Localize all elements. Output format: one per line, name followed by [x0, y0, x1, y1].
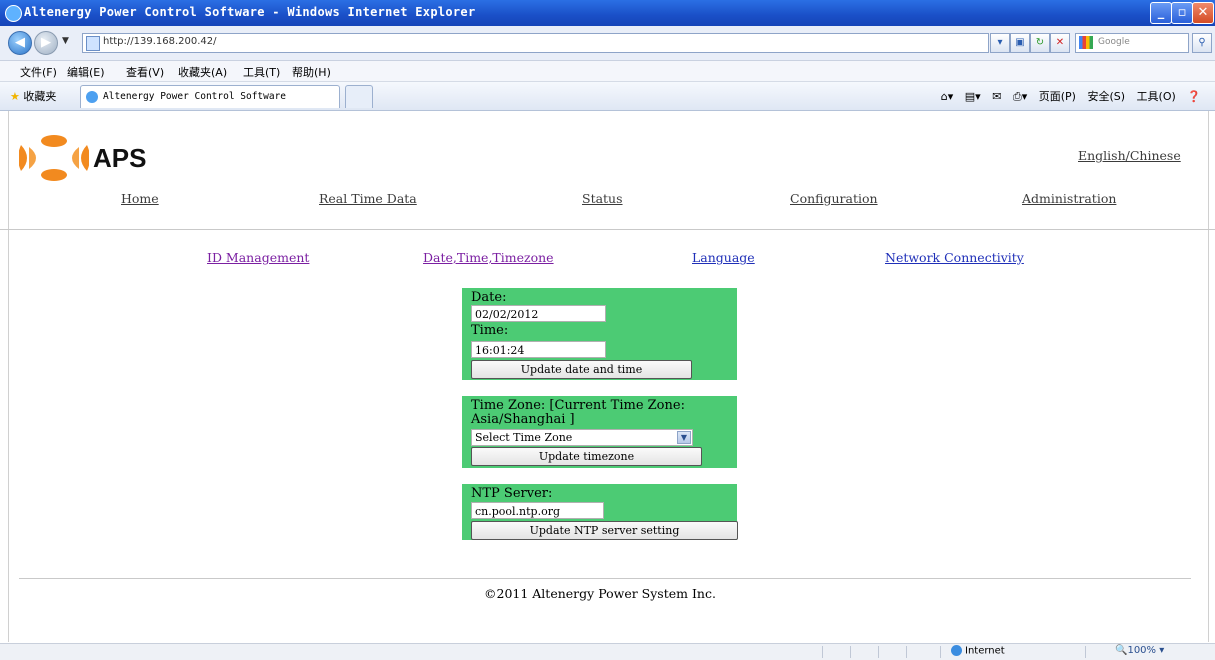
time-input[interactable]: 16:01:24 — [471, 341, 606, 358]
nav-home[interactable]: Home — [121, 191, 159, 206]
ie-tab-icon — [86, 91, 98, 103]
aps-logo-text: APS — [93, 143, 147, 173]
minimize-button[interactable]: _ — [1150, 2, 1172, 24]
aps-logo: APS — [18, 133, 169, 183]
nav-status[interactable]: Status — [582, 191, 623, 206]
menu-edit[interactable]: 编辑(E) — [67, 64, 105, 80]
search-button[interactable]: ⚲ — [1192, 33, 1212, 53]
menu-bar: 文件(F) 编辑(E) 查看(V) 收藏夹(A) 工具(T) 帮助(H) — [0, 61, 1215, 82]
help-icon[interactable]: ❓ — [1187, 90, 1201, 103]
url-text: http://139.168.200.42/ — [103, 36, 217, 47]
window-titlebar: Altenergy Power Control Software - Windo… — [0, 0, 1215, 26]
update-timezone-button[interactable]: Update timezone — [471, 447, 702, 466]
url-dropdown-button[interactable]: ▾ — [990, 33, 1010, 53]
zoom-value: 100% — [1127, 645, 1157, 656]
footer-copyright: ©2011 Altenergy Power System Inc. — [484, 586, 716, 601]
star-icon: ★ — [10, 90, 20, 103]
nav-administration[interactable]: Administration — [1022, 191, 1116, 206]
globe-icon — [951, 645, 962, 656]
refresh-button[interactable]: ↻ — [1030, 33, 1050, 53]
address-bar: ◀ ▶ ▼ http://139.168.200.42/ ▾ ▣ ↻ ✕ Goo… — [0, 26, 1215, 61]
subnav-network-connectivity[interactable]: Network Connectivity — [885, 250, 1024, 265]
status-divider — [822, 646, 823, 658]
language-toggle-link[interactable]: English/Chinese — [1078, 148, 1181, 163]
zoom-level[interactable]: 🔍100% ▾ — [1115, 645, 1164, 656]
page-content: APS English/Chinese Home Real Time Data … — [0, 111, 1215, 642]
status-divider — [906, 646, 907, 658]
update-ntp-server-button[interactable]: Update NTP server setting — [471, 521, 738, 540]
menu-help[interactable]: 帮助(H) — [292, 64, 331, 80]
status-divider — [940, 646, 941, 658]
aps-logo-icon — [18, 135, 90, 181]
nav-configuration[interactable]: Configuration — [790, 191, 878, 206]
google-icon — [1079, 36, 1093, 49]
close-button[interactable]: ✕ — [1192, 2, 1214, 24]
ntp-server-input[interactable]: cn.pool.ntp.org — [471, 502, 604, 519]
timezone-panel: Time Zone: [Current Time Zone: Asia/Shan… — [462, 396, 737, 468]
compatibility-icon[interactable]: ▣ — [1010, 33, 1030, 53]
subnav-id-management[interactable]: ID Management — [207, 250, 309, 265]
security-zone[interactable]: Internet — [951, 645, 1005, 657]
ie-icon — [5, 5, 22, 22]
menu-view[interactable]: 查看(V) — [126, 64, 164, 80]
command-bar: ⌂▾ ▤▾ ✉ ⎙▾ 页面(P) 安全(S) 工具(O) ❓ — [933, 88, 1201, 104]
subnav-language[interactable]: Language — [692, 250, 755, 265]
mail-icon[interactable]: ✉ — [992, 90, 1001, 103]
tools-menu[interactable]: 工具(O) — [1137, 90, 1176, 103]
menu-tools[interactable]: 工具(T) — [243, 64, 280, 80]
favorites-button[interactable]: ★ 收藏夹 — [10, 88, 56, 104]
datetime-panel: Date: 02/02/2012 Time: 16:01:24 Update d… — [462, 288, 737, 380]
ntp-panel: NTP Server: cn.pool.ntp.org Update NTP s… — [462, 484, 738, 540]
home-icon[interactable]: ⌂▾ — [941, 90, 954, 103]
date-input[interactable]: 02/02/2012 — [471, 305, 606, 322]
feeds-icon[interactable]: ▤▾ — [965, 90, 981, 103]
timezone-select-value: Select Time Zone — [475, 431, 573, 444]
maximize-button[interactable]: ▫ — [1171, 2, 1193, 24]
timezone-label-line2: Asia/Shanghai ] — [471, 412, 575, 427]
search-input[interactable]: Google — [1075, 33, 1189, 53]
time-label: Time: — [471, 323, 509, 338]
chevron-down-icon[interactable]: ▼ — [677, 431, 691, 444]
nav-divider — [0, 229, 1215, 230]
window-title: Altenergy Power Control Software - Windo… — [24, 5, 476, 19]
menu-file[interactable]: 文件(F) — [20, 64, 57, 80]
status-divider — [1085, 646, 1086, 658]
page-icon — [86, 36, 100, 51]
timezone-select[interactable]: Select Time Zone ▼ — [471, 429, 693, 446]
tab-active[interactable]: Altenergy Power Control Software — [80, 85, 340, 108]
date-label: Date: — [471, 290, 507, 305]
page-menu[interactable]: 页面(P) — [1039, 90, 1076, 103]
safety-menu[interactable]: 安全(S) — [1087, 90, 1125, 103]
stop-button[interactable]: ✕ — [1050, 33, 1070, 53]
search-placeholder: Google — [1098, 37, 1130, 47]
print-icon[interactable]: ⎙▾ — [1013, 90, 1027, 103]
url-input[interactable]: http://139.168.200.42/ — [82, 33, 989, 53]
forward-button[interactable]: ▶ — [34, 31, 58, 55]
status-divider — [878, 646, 879, 658]
tab-bar: ★ 收藏夹 Altenergy Power Control Software ⌂… — [0, 82, 1215, 111]
back-button[interactable]: ◀ — [8, 31, 32, 55]
favorites-label: 收藏夹 — [23, 90, 57, 103]
update-date-time-button[interactable]: Update date and time — [471, 360, 692, 379]
new-tab-button[interactable] — [345, 85, 373, 108]
subnav-date-time-timezone[interactable]: Date,Time,Timezone — [423, 250, 554, 265]
timezone-label-line1: Time Zone: [Current Time Zone: — [471, 398, 685, 413]
footer-divider — [19, 578, 1191, 579]
status-bar: Internet 🔍100% ▾ — [0, 643, 1215, 660]
ntp-server-label: NTP Server: — [471, 486, 553, 501]
menu-favorites[interactable]: 收藏夹(A) — [178, 64, 227, 80]
nav-real-time-data[interactable]: Real Time Data — [319, 191, 417, 206]
history-dropdown-icon[interactable]: ▼ — [62, 36, 69, 46]
tab-title: Altenergy Power Control Software — [103, 91, 287, 102]
status-divider — [850, 646, 851, 658]
zone-label: Internet — [965, 645, 1005, 657]
